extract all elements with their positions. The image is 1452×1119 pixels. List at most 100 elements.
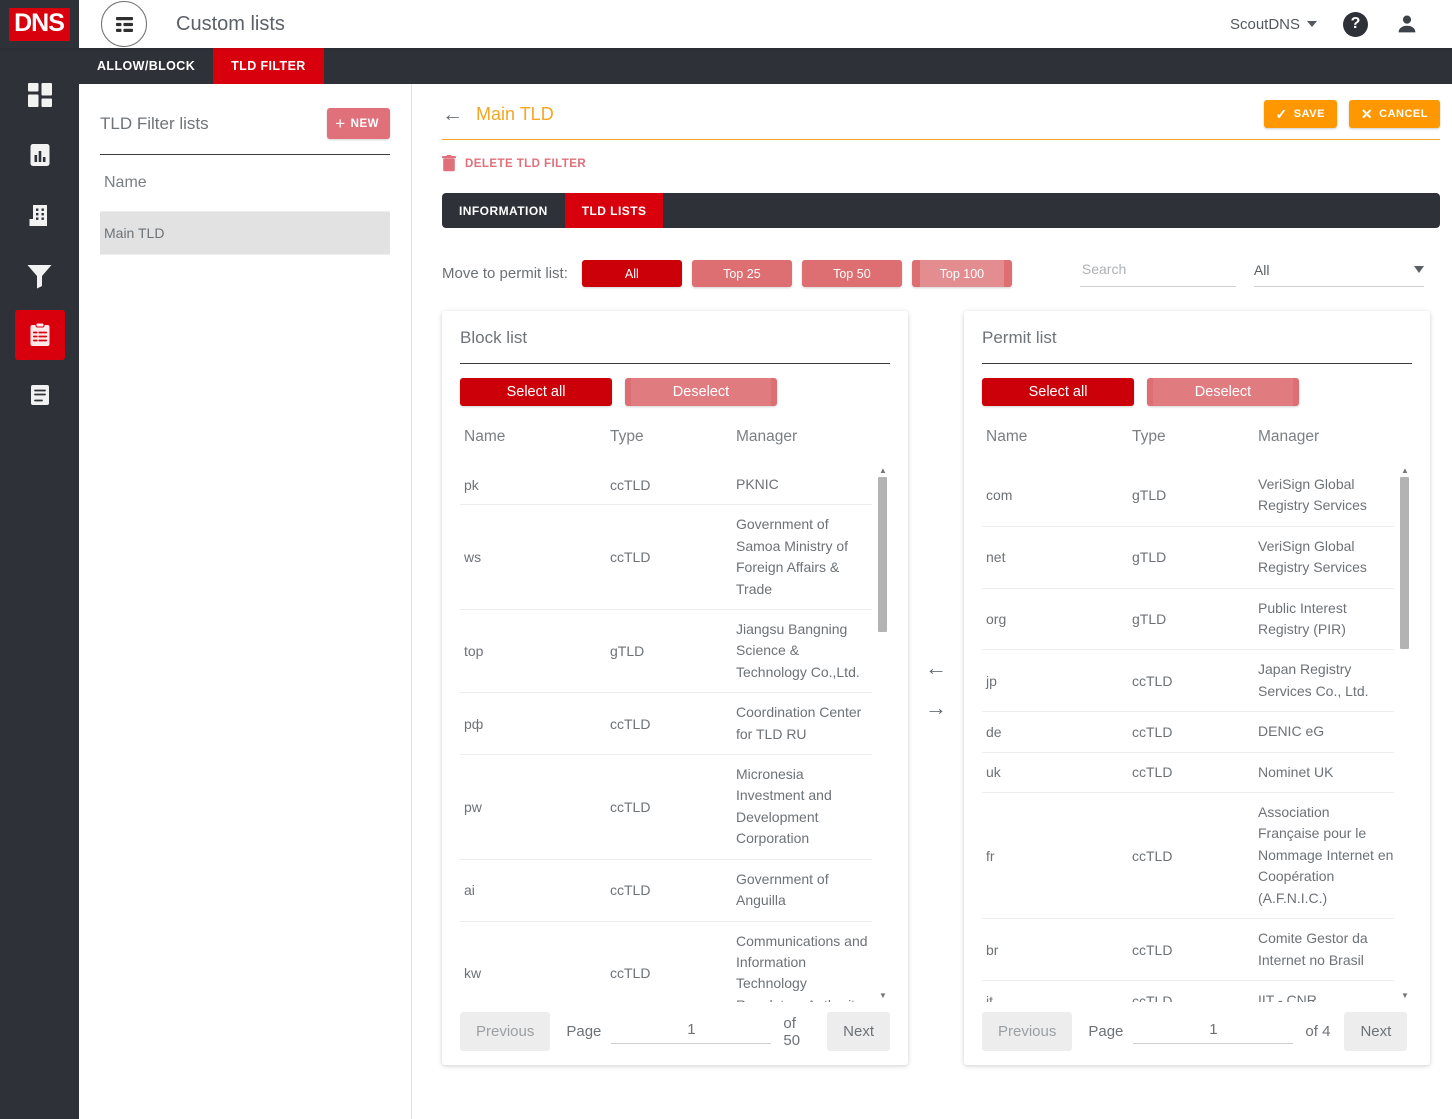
cell-name: рф — [464, 715, 484, 732]
move-top50-button[interactable]: Top 50 — [801, 260, 902, 287]
tab-information[interactable]: INFORMATION — [442, 193, 565, 228]
arrow-left-icon[interactable]: ← — [925, 657, 947, 679]
help-icon[interactable]: ? — [1343, 11, 1368, 37]
sidebar-item-filter[interactable] — [15, 250, 65, 300]
cell-type: gTLD — [1132, 611, 1167, 628]
permit-list-scrollbar[interactable]: ▲ ▼ — [1399, 465, 1411, 1002]
cell-name: pk — [464, 476, 479, 493]
block-list-scroll-area[interactable]: pk ccTLD PKNIC ws ccTLD Government of Samoa M… — [460, 465, 890, 1002]
cell-type: ccTLD — [610, 476, 651, 493]
block-list-selection-buttons: Select all Deselect — [460, 378, 890, 406]
permit-list-scroll-area[interactable]: com gTLD VeriSign Global Registry Services… — [982, 465, 1412, 1002]
column-header-manager: Manager — [736, 428, 798, 445]
table-row[interactable]: ws ccTLD Government of Samoa Ministry of F… — [460, 505, 872, 611]
app-root: DNS Custom lists ScoutDNS ? ALLOW/BLOCK … — [0, 0, 1452, 1119]
delete-tld-filter-button[interactable]: DELETE TLD FILTER — [442, 155, 1440, 172]
account-name: ScoutDNS — [1229, 15, 1300, 33]
permit-deselect-button[interactable]: Deselect — [1147, 378, 1299, 406]
table-row[interactable]: de ccTLD DENIC eG — [982, 712, 1394, 753]
cell-manager: DENIC eG — [1258, 723, 1325, 740]
block-list-title: Block list — [460, 328, 528, 347]
block-previous-button[interactable]: Previous — [460, 1012, 551, 1051]
table-row[interactable]: top gTLD Jiangsu Bangning Science & Techno… — [460, 610, 872, 694]
table-row[interactable]: kw ccTLD Communications and Information Te… — [460, 922, 872, 1003]
arrow-right-icon[interactable]: → — [925, 697, 947, 719]
table-row[interactable]: pk ccTLD PKNIC — [460, 465, 872, 506]
cell-name: ws — [464, 549, 482, 566]
move-top100-button[interactable]: Top 100 — [911, 260, 1012, 287]
top-bar-actions: ScoutDNS ? — [1230, 11, 1452, 37]
block-list-card: Block list Select all Deselect Name Type… — [442, 311, 908, 1065]
type-filter-value: All — [1253, 261, 1270, 278]
table-row[interactable]: it ccTLD IIT - CNR — [982, 981, 1394, 1002]
cell-name: ai — [464, 882, 475, 899]
list-item-main-tld[interactable]: Main TLD — [100, 211, 390, 255]
table-row[interactable]: net gTLD VeriSign Global Registry Services — [982, 527, 1394, 589]
account-menu[interactable]: ScoutDNS — [1230, 16, 1317, 33]
cell-name: jp — [986, 672, 997, 689]
sidebar-item-reports[interactable] — [15, 130, 65, 180]
table-row[interactable]: uk ccTLD Nominet UK — [982, 753, 1394, 794]
cell-manager: Coordination Center for TLD RU — [736, 704, 862, 742]
permit-previous-button[interactable]: Previous — [982, 1012, 1073, 1051]
detail-header-divider — [442, 139, 1440, 140]
cell-type: gTLD — [1132, 549, 1167, 566]
new-list-button[interactable]: + NEW — [327, 108, 390, 139]
type-filter-select[interactable]: All — [1253, 260, 1424, 287]
move-all-button[interactable]: All — [581, 260, 682, 287]
table-row[interactable]: org gTLD Public Interest Registry (PIR) — [982, 589, 1394, 651]
table-row[interactable]: br ccTLD Comite Gestor da Internet no Bras… — [982, 919, 1394, 981]
filter-fields: All — [1079, 260, 1424, 287]
detail-header-actions: ✓ SAVE ✕ CANCEL — [1263, 100, 1440, 128]
sidebar-item-custom-lists[interactable] — [14, 310, 65, 360]
cell-manager: Nominet UK — [1258, 763, 1334, 780]
block-next-button[interactable]: Next — [827, 1012, 890, 1051]
table-row[interactable]: ai ccTLD Government of Anguilla — [460, 860, 872, 922]
table-row[interactable]: pw ccTLD Micronesia Investment and Develop… — [460, 755, 872, 860]
chevron-down-icon — [1307, 21, 1317, 27]
subtab-allow-block[interactable]: ALLOW/BLOCK — [79, 48, 213, 84]
permit-select-all-button[interactable]: Select all — [982, 378, 1134, 406]
table-row[interactable]: jp ccTLD Japan Registry Services Co., Ltd. — [982, 650, 1394, 713]
cell-type: ccTLD — [1132, 847, 1173, 864]
tld-filter-list-header: TLD Filter lists + NEW — [100, 108, 390, 139]
search-input[interactable] — [1079, 260, 1236, 278]
cell-manager: VeriSign Global Registry Services — [1258, 476, 1367, 514]
block-list-scrollbar[interactable]: ▲ ▼ — [877, 465, 889, 1002]
scroll-up-icon[interactable]: ▲ — [879, 467, 887, 475]
permit-list-pager: Previous Page of 4 Next — [982, 1012, 1412, 1051]
sidebar-item-logs[interactable] — [15, 370, 65, 420]
tab-tld-lists[interactable]: TLD LISTS — [564, 193, 664, 228]
permit-list-card: Permit list Select all Deselect Name Typ… — [964, 311, 1430, 1065]
cell-manager: IIT - CNR — [1258, 991, 1317, 1002]
subtab-tld-filter[interactable]: TLD FILTER — [213, 48, 324, 84]
scroll-down-icon[interactable]: ▼ — [879, 992, 887, 1000]
move-top25-button[interactable]: Top 25 — [691, 260, 792, 287]
permit-page-total: of 4 — [1305, 1023, 1331, 1040]
tld-filter-list-title: TLD Filter lists — [100, 113, 209, 133]
scroll-up-icon[interactable]: ▲ — [1401, 467, 1409, 475]
back-arrow-icon[interactable]: ← — [442, 104, 463, 125]
grid-menu-icon[interactable] — [101, 1, 147, 47]
permit-page-input[interactable] — [1133, 1019, 1294, 1044]
cell-type: ccTLD — [610, 549, 651, 566]
table-row[interactable]: fr ccTLD Association Française pour le Nom… — [982, 793, 1394, 920]
cancel-button[interactable]: ✕ CANCEL — [1348, 100, 1440, 128]
cell-name: fr — [986, 847, 995, 864]
block-select-all-button[interactable]: Select all — [460, 378, 612, 406]
sidebar-item-organization[interactable] — [15, 190, 65, 240]
table-row[interactable]: рф ccTLD Coordination Center for TLD RU — [460, 693, 872, 756]
permit-next-button[interactable]: Next — [1344, 1012, 1408, 1051]
scroll-down-icon[interactable]: ▼ — [1401, 992, 1409, 1000]
user-account-icon[interactable] — [1394, 11, 1420, 37]
save-button[interactable]: ✓ SAVE — [1263, 100, 1337, 128]
block-deselect-button[interactable]: Deselect — [625, 378, 777, 406]
cell-type: ccTLD — [610, 798, 651, 815]
search-field — [1079, 260, 1236, 287]
table-row[interactable]: com gTLD VeriSign Global Registry Services — [982, 465, 1394, 527]
scrollbar-thumb[interactable] — [1400, 477, 1409, 649]
block-page-input[interactable] — [611, 1019, 772, 1044]
sidebar-item-dashboard[interactable] — [15, 70, 65, 120]
check-icon: ✓ — [1275, 106, 1288, 122]
scrollbar-thumb[interactable] — [878, 477, 887, 632]
